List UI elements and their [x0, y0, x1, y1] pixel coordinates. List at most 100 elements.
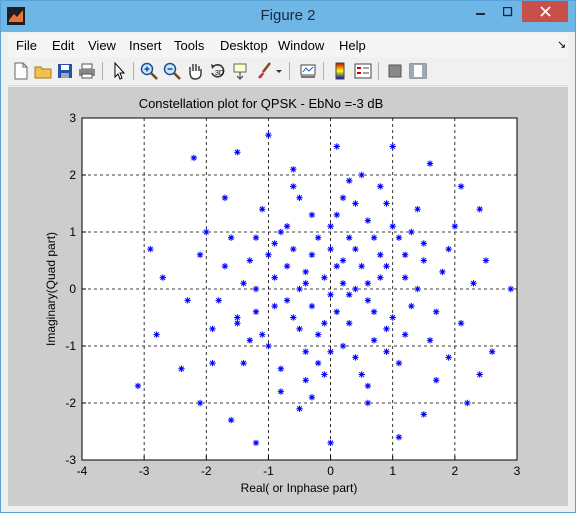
save-icon[interactable]	[55, 61, 75, 81]
data-point	[265, 131, 272, 139]
menu-insert[interactable]: Insert	[129, 38, 162, 53]
edit-plot-arrow-icon[interactable]	[109, 61, 129, 81]
data-point	[346, 291, 353, 298]
x-tick-label: -4	[77, 464, 88, 478]
x-axis-label: Real( or Inphase part)	[241, 481, 358, 495]
menu-desktop[interactable]: Desktop	[220, 38, 268, 53]
data-point	[507, 285, 514, 293]
data-point	[240, 280, 247, 287]
rotate-3d-icon[interactable]: 3D	[208, 61, 228, 81]
zoom-out-icon[interactable]	[162, 61, 182, 81]
print-icon[interactable]	[77, 61, 97, 81]
data-point	[377, 183, 384, 190]
data-point	[209, 325, 216, 333]
data-point	[308, 302, 316, 310]
data-point	[321, 371, 328, 378]
data-point	[352, 354, 359, 361]
data-point	[240, 359, 247, 367]
data-point	[383, 348, 390, 355]
toolbar-separator	[378, 62, 379, 80]
menu-help[interactable]: Help	[339, 38, 366, 53]
data-point	[252, 439, 260, 447]
data-point	[346, 177, 353, 184]
data-point	[308, 394, 316, 401]
data-point	[302, 280, 309, 287]
show-plot-tools-icon[interactable]	[408, 61, 428, 81]
data-point	[383, 200, 390, 207]
dock-arrow-icon[interactable]: ↘	[557, 38, 566, 51]
data-point	[408, 302, 415, 310]
data-point	[296, 405, 303, 412]
data-point	[283, 223, 291, 230]
data-point	[364, 280, 372, 287]
data-point	[327, 223, 334, 230]
data-point	[271, 302, 278, 310]
link-plot-icon[interactable]	[298, 61, 318, 81]
data-point	[277, 228, 285, 236]
constellation-scatter-plot[interactable]: Constellation plot for QPSK - EbNo =-3 d…	[8, 87, 568, 506]
title-bar[interactable]: Figure 2	[1, 1, 575, 32]
y-tick-label: -2	[65, 396, 76, 410]
data-point	[246, 337, 253, 344]
data-point	[464, 399, 471, 407]
data-point	[178, 365, 185, 372]
menu-window[interactable]: Window	[278, 38, 324, 53]
minimize-icon	[475, 12, 485, 15]
toolbar-separator	[289, 62, 290, 80]
toolbar-separator	[323, 62, 324, 80]
data-point	[358, 171, 365, 179]
pan-hand-icon[interactable]	[185, 61, 205, 81]
open-file-icon[interactable]	[33, 61, 53, 81]
data-point	[277, 388, 285, 395]
data-point	[227, 234, 235, 241]
data-point	[159, 274, 166, 281]
data-point	[339, 257, 347, 264]
data-point	[370, 308, 378, 315]
data-point	[308, 211, 316, 219]
data-point	[395, 359, 403, 367]
x-tick-label: 2	[452, 464, 459, 478]
x-tick-label: -2	[201, 464, 212, 478]
zoom-in-icon[interactable]	[139, 61, 159, 81]
data-point	[339, 280, 347, 287]
data-point	[302, 268, 309, 276]
y-tick-label: 2	[69, 168, 76, 182]
data-cursor-icon[interactable]	[231, 61, 251, 81]
close-button[interactable]	[522, 1, 568, 22]
figure-window: Figure 2 File Edit View Insert Tools Des…	[0, 0, 576, 513]
figure-canvas[interactable]: Constellation plot for QPSK - EbNo =-3 d…	[8, 87, 568, 506]
toolbar-separator	[133, 62, 134, 80]
chevron-down-icon[interactable]	[274, 61, 284, 81]
maximize-button[interactable]	[494, 1, 521, 22]
data-point	[234, 320, 241, 327]
insert-colorbar-icon[interactable]	[330, 61, 350, 81]
data-point	[470, 280, 477, 287]
menu-view[interactable]: View	[88, 38, 116, 53]
data-point	[346, 320, 353, 327]
data-point	[389, 223, 396, 230]
data-point	[134, 382, 142, 390]
menu-tools[interactable]: Tools	[174, 38, 204, 53]
menu-edit[interactable]: Edit	[52, 38, 74, 53]
data-point	[408, 228, 415, 236]
data-point	[476, 206, 483, 213]
data-point	[401, 251, 409, 258]
data-point	[339, 342, 347, 350]
data-point	[203, 228, 210, 236]
data-point	[314, 234, 322, 241]
brush-icon[interactable]	[254, 61, 274, 81]
data-point	[153, 331, 160, 338]
insert-legend-icon[interactable]	[353, 61, 373, 81]
new-figure-icon[interactable]	[11, 61, 31, 81]
data-point	[321, 320, 328, 327]
menu-file[interactable]: File	[16, 38, 37, 53]
data-point	[352, 285, 359, 293]
data-point	[420, 411, 427, 418]
hide-plot-tools-icon[interactable]	[385, 61, 405, 81]
minimize-button[interactable]	[467, 1, 494, 22]
y-tick-label: 1	[69, 225, 76, 239]
data-point	[414, 285, 421, 293]
data-point	[370, 234, 378, 241]
data-point	[296, 325, 303, 333]
menu-bar: File Edit View Insert Tools Desktop Wind…	[8, 33, 568, 57]
